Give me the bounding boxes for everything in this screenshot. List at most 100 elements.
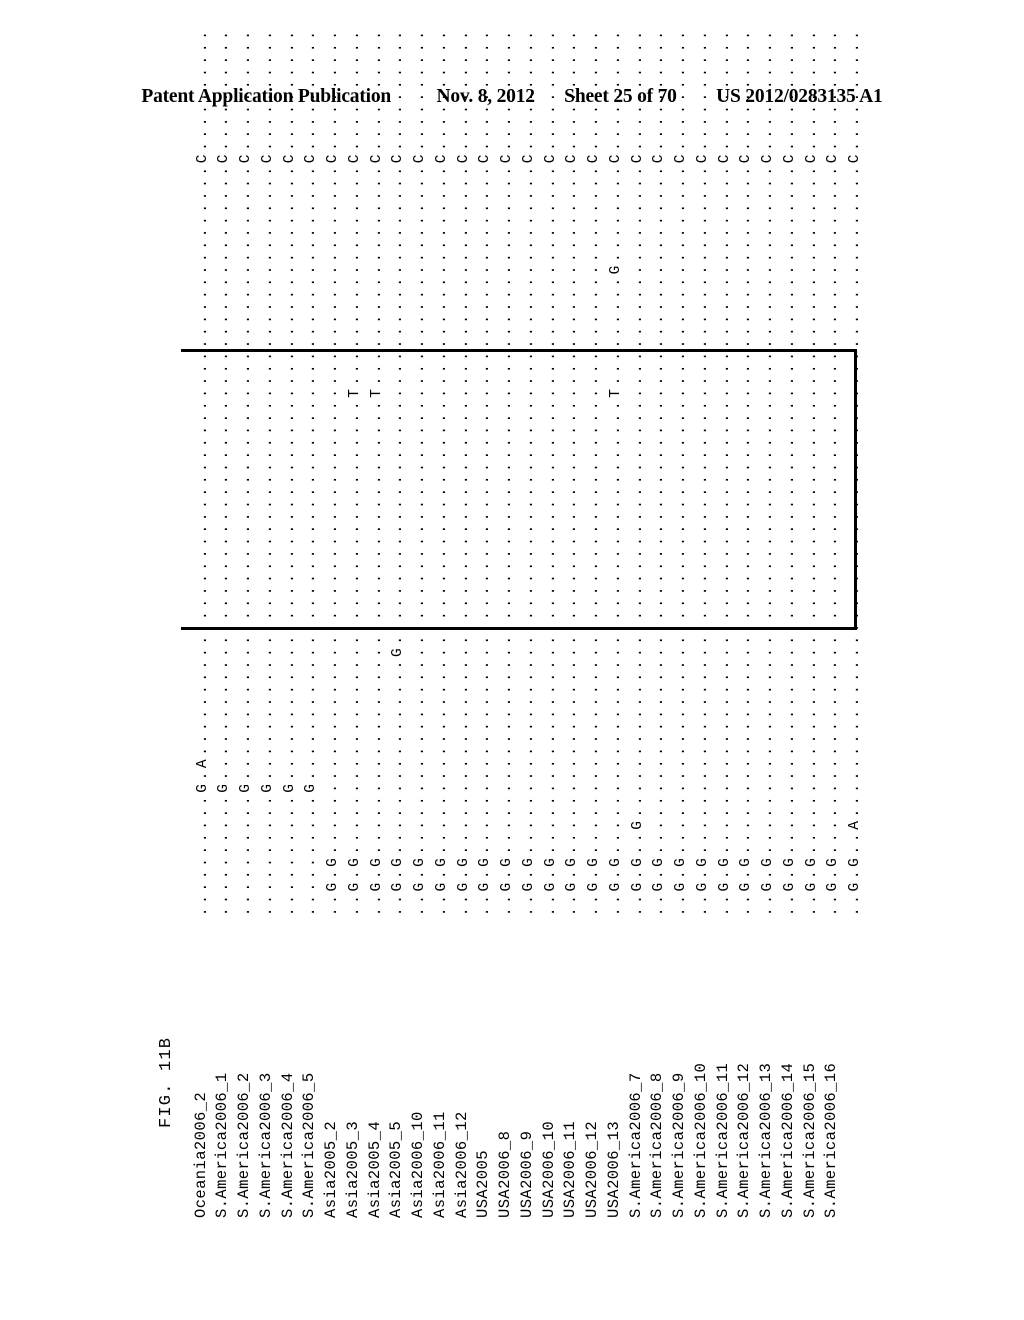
alignment-match-dot: . [564, 549, 581, 559]
alignment-match-dot: . [694, 734, 711, 744]
alignment-match-dot: . [847, 598, 863, 608]
alignment-match-dot: . [520, 784, 537, 793]
alignment-match-dot: . [694, 80, 711, 90]
alignment-match-dot: . [520, 401, 537, 411]
alignment-match-dot: . [564, 747, 581, 756]
alignment-match-dot: . [564, 302, 581, 312]
alignment-match-dot: . [325, 623, 341, 633]
alignment-match-dot: . [390, 389, 407, 398]
alignment-match-dot: . [368, 253, 385, 262]
alignment-match-dot: . [803, 771, 820, 781]
alignment-match-dot: . [281, 92, 298, 102]
alignment-match-dot: . [716, 68, 733, 77]
alignment-match-dot: . [281, 426, 298, 435]
alignment-variant-base: G [346, 882, 363, 892]
alignment-match-dot: . [738, 253, 755, 262]
alignment-match-dot: . [194, 228, 211, 238]
alignment-match-dot: . [259, 475, 276, 485]
alignment-match-dot: . [390, 672, 407, 682]
alignment-match-dot: . [259, 722, 276, 732]
alignment-match-dot: . [564, 179, 581, 188]
alignment-match-dot: . [412, 203, 428, 213]
alignment-match-dot: . [499, 43, 515, 53]
alignment-match-dot: . [455, 401, 472, 411]
alignment-match-dot: . [781, 277, 798, 287]
alignment-match-dot: . [651, 549, 668, 559]
alignment-match-dot: . [760, 240, 776, 250]
alignment-match-dot: . [542, 709, 559, 719]
alignment-match-dot: . [673, 376, 689, 386]
alignment-match-dot: . [499, 191, 515, 201]
alignment-match-dot: . [238, 870, 254, 880]
alignment-row: ..G.G................G..................… [390, 29, 407, 918]
alignment-variant-base: T [368, 389, 385, 398]
alignment-match-dot: . [259, 895, 276, 904]
alignment-match-dot: . [781, 549, 798, 559]
alignment-match-dot: . [368, 672, 385, 682]
alignment-match-dot: . [325, 833, 341, 843]
alignment-match-dot: . [629, 55, 646, 65]
alignment-match-dot: . [716, 512, 733, 522]
alignment-match-dot: . [368, 635, 385, 645]
alignment-variant-base: G [781, 858, 798, 867]
alignment-match-dot: . [477, 203, 494, 213]
alignment-match-dot: . [194, 166, 211, 176]
alignment-match-dot: . [455, 352, 472, 361]
alignment-match-dot: . [781, 413, 798, 423]
alignment-match-dot: . [738, 512, 755, 522]
alignment-match-dot: . [738, 413, 755, 423]
alignment-match-dot: . [738, 623, 755, 633]
alignment-match-dot: . [412, 55, 428, 65]
alignment-match-dot: . [194, 549, 211, 559]
alignment-match-dot: . [673, 784, 689, 793]
alignment-match-dot: . [368, 537, 385, 546]
alignment-variant-base: G [803, 858, 820, 867]
alignment-match-dot: . [586, 142, 602, 151]
alignment-match-dot: . [564, 685, 581, 694]
alignment-match-dot: . [586, 290, 602, 299]
alignment-match-dot: . [433, 43, 450, 53]
alignment-match-dot: . [216, 796, 233, 806]
alignment-match-dot: . [629, 142, 646, 151]
alignment-match-dot: . [281, 574, 298, 583]
alignment-match-dot: . [303, 685, 320, 694]
alignment-match-dot: . [607, 314, 624, 324]
alignment-match-dot: . [346, 598, 363, 608]
alignment-match-dot: . [281, 364, 298, 374]
alignment-match-dot: . [651, 722, 668, 732]
alignment-match-dot: . [607, 524, 624, 534]
alignment-match-dot: . [716, 672, 733, 682]
alignment-match-dot: . [781, 561, 798, 571]
alignment-match-dot: . [390, 253, 407, 262]
alignment-match-dot: . [760, 747, 776, 756]
alignment-match-dot: . [216, 648, 233, 657]
alignment-match-dot: . [564, 240, 581, 250]
alignment-match-dot: . [694, 352, 711, 361]
alignment-match-dot: . [368, 352, 385, 361]
alignment-match-dot: . [716, 401, 733, 411]
alignment-variant-base: G [412, 858, 428, 867]
alignment-match-dot: . [825, 450, 842, 460]
alignment-match-dot: . [238, 413, 254, 423]
alignment-variant-base: C [738, 154, 755, 164]
alignment-match-dot: . [607, 413, 624, 423]
alignment-match-dot: . [520, 129, 537, 139]
alignment-match-dot: . [716, 895, 733, 904]
alignment-match-dot: . [781, 487, 798, 497]
alignment-match-dot: . [716, 364, 733, 374]
alignment-match-dot: . [673, 426, 689, 435]
alignment-match-dot: . [760, 31, 776, 40]
alignment-match-dot: . [259, 203, 276, 213]
alignment-match-dot: . [346, 709, 363, 719]
alignment-match-dot: . [390, 512, 407, 522]
alignment-match-dot: . [281, 240, 298, 250]
alignment-variant-base: C [216, 154, 233, 164]
alignment-match-dot: . [238, 364, 254, 374]
alignment-match-dot: . [847, 166, 863, 176]
alignment-match-dot: . [194, 191, 211, 201]
alignment-match-dot: . [651, 203, 668, 213]
figure-caption: FIG. 11B [157, 1036, 176, 1128]
alignment-match-dot: . [325, 55, 341, 65]
alignment-match-dot: . [412, 450, 428, 460]
alignment-match-dot: . [325, 512, 341, 522]
